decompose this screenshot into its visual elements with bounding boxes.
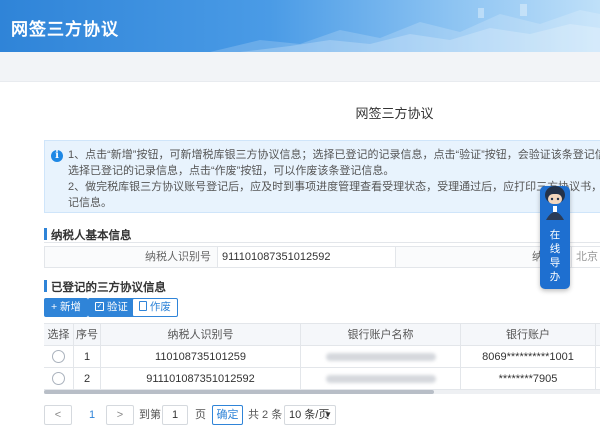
document-icon (139, 301, 147, 312)
row-account: ********7905 (461, 368, 596, 390)
verify-button[interactable]: ✓ 验证 (88, 298, 135, 317)
total-count: 共 2 条 (248, 409, 283, 421)
void-button[interactable]: 作废 (132, 298, 178, 317)
notice-line-3: 2、做完税库银三方协议账号登记后，应及时到事项进度管理查看受理状态，受理通过后，… (68, 181, 600, 193)
row-radio[interactable] (52, 349, 65, 363)
table-row[interactable]: 2 911101087351012592 ********7905 (44, 368, 600, 390)
app-header: 网签三方协议 (0, 0, 600, 52)
column-header-account-name: 银行账户名称 (301, 324, 461, 346)
registered-agreements-title: 已登记的三方协议信息 (44, 279, 166, 295)
column-header-account: 银行账户 (461, 324, 596, 346)
online-guide-label: 在 线 导 办 (549, 229, 561, 283)
notice-line-2: 选择已登记的记录信息，点击“作废”按钮，可以作废该条登记信息。 (68, 165, 395, 177)
taxpayer-id-value: 911101087351012592 (217, 247, 395, 267)
goto-label: 到第 (139, 409, 161, 421)
current-page-number[interactable]: 1 (86, 405, 98, 425)
add-button[interactable]: + 新增 (44, 298, 89, 317)
instruction-notice: i 1、点击“新增”按钮，可新增税库银三方协议信息；选择已登记的记录信息，点击“… (44, 140, 600, 213)
row-taxpayer-id: 110108735101259 (101, 346, 301, 368)
agreements-table: 选择 序号 纳税人识别号 银行账户名称 银行账户 1 1101087351012… (44, 323, 600, 390)
info-icon: i (51, 150, 63, 162)
row-radio[interactable] (52, 371, 65, 385)
page-unit-label: 页 (195, 409, 206, 421)
row-select-cell (44, 346, 74, 368)
taxpayer-name-value: 北京 (571, 247, 600, 267)
row-seq: 1 (74, 346, 101, 368)
prev-page-button[interactable]: < (44, 405, 72, 425)
table-horizontal-scrollbar[interactable] (44, 390, 600, 394)
verify-button-label: 验证 (106, 301, 128, 313)
table-header-row: 选择 序号 纳税人识别号 银行账户名称 银行账户 (44, 324, 600, 346)
row-select-cell (44, 368, 74, 390)
row-account: 8069**********1001 (461, 346, 596, 368)
row-seq: 2 (74, 368, 101, 390)
page-title: 网签三方协议 (355, 106, 434, 121)
assistant-avatar-icon (545, 186, 565, 220)
void-button-label: 作废 (149, 301, 171, 313)
app-title: 网签三方协议 (11, 20, 119, 39)
column-header-select: 选择 (44, 324, 74, 346)
notice-line-1: 1、点击“新增”按钮，可新增税库银三方协议信息；选择已登记的记录信息，点击“验证… (68, 149, 600, 161)
column-header-taxpayer-id: 纳税人识别号 (101, 324, 301, 346)
check-box-icon: ✓ (95, 301, 104, 311)
next-page-button[interactable]: > (106, 405, 134, 425)
row-taxpayer-id: 911101087351012592 (101, 368, 301, 390)
row-account-name-redacted (301, 368, 461, 390)
toolbar-band (0, 52, 600, 82)
taxpayer-info-table: 纳税人识别号 911101087351012592 纳税人 北京 (44, 246, 600, 268)
column-header-seq: 序号 (74, 324, 101, 346)
row-account-name-redacted (301, 346, 461, 368)
table-row[interactable]: 1 110108735101259 8069**********1001 (44, 346, 600, 368)
taxpayer-info-title: 纳税人基本信息 (44, 227, 132, 243)
page-size-select[interactable]: 10 条/页 ▼ (284, 405, 336, 425)
section-divider (44, 242, 600, 243)
notice-line-4: 记信息。 (68, 197, 112, 209)
online-guide-widget[interactable]: 在 线 导 办 (540, 186, 570, 289)
chevron-down-icon: ▼ (324, 410, 332, 419)
goto-confirm-button[interactable]: 确定 (212, 405, 243, 425)
scrollbar-thumb[interactable] (44, 390, 434, 394)
goto-page-input[interactable]: 1 (162, 405, 188, 425)
taxpayer-id-label: 纳税人识别号 (45, 247, 217, 267)
